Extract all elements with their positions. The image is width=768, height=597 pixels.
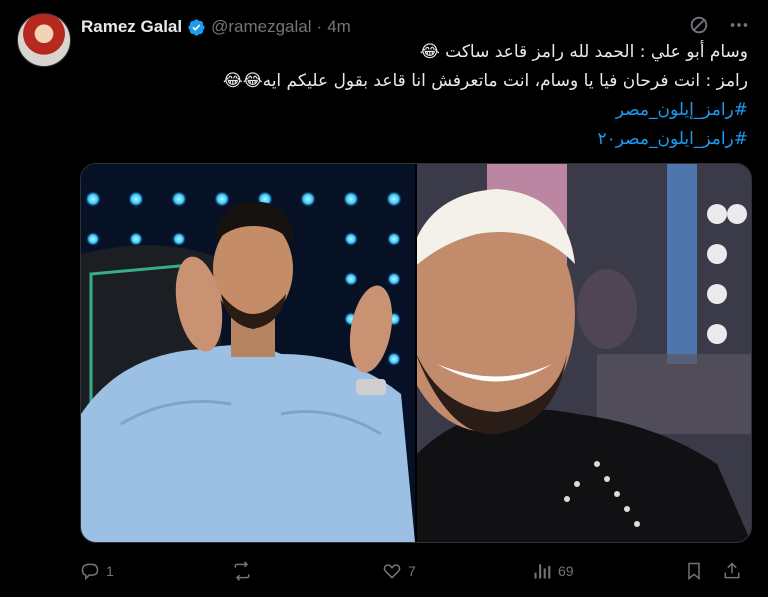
tweet-text: وسام أبو علي : الحمد لله رامز قاعد ساكت … <box>80 38 748 154</box>
author-name[interactable]: Ramez Galal <box>81 17 182 37</box>
verified-badge-icon <box>188 18 205 36</box>
photo-right-illustration <box>417 164 751 542</box>
top-actions <box>688 14 750 36</box>
repost-icon <box>234 561 250 581</box>
photo-left-illustration <box>81 164 415 542</box>
like-button[interactable]: 7 <box>382 561 532 581</box>
tweet-text-line: وسام أبو علي : الحمد لله رامز قاعد ساكت … <box>419 42 748 62</box>
author-handle[interactable]: @ramezgalal <box>211 17 311 37</box>
hashtag-link[interactable]: #رامز_إيلون_مصر <box>80 96 748 125</box>
tweet-header: Ramez Galal @ramezgalal · 4m <box>81 14 351 40</box>
more-icon[interactable] <box>728 14 750 36</box>
media-image[interactable] <box>80 163 752 543</box>
like-icon <box>383 564 401 579</box>
share-button[interactable] <box>722 561 746 581</box>
media-photo-left <box>81 164 417 542</box>
share-icon <box>724 562 740 579</box>
tweet: Ramez Galal @ramezgalal · 4m وسام أبو عل… <box>0 0 768 597</box>
media-photo-right <box>417 164 751 542</box>
reply-count: 1 <box>106 563 114 579</box>
hashtag-link[interactable]: #رامز_ايلون_مصر٢٠ <box>80 125 748 154</box>
reply-button[interactable]: 1 <box>80 561 232 581</box>
timestamp[interactable]: 4m <box>327 17 351 37</box>
bookmark-button[interactable] <box>684 561 722 581</box>
repost-button[interactable] <box>232 561 382 581</box>
tweet-text-line: رامز : انت فرحان فيا يا وسام، انت ماتعرف… <box>222 71 748 91</box>
grok-icon[interactable] <box>688 14 710 36</box>
like-count: 7 <box>408 563 416 579</box>
bookmark-icon <box>688 562 700 581</box>
separator-dot: · <box>316 17 323 36</box>
views-count: 69 <box>558 563 574 579</box>
avatar[interactable] <box>17 13 71 67</box>
views-button[interactable]: 69 <box>532 561 684 581</box>
action-bar: 1 7 69 <box>80 558 748 584</box>
views-icon <box>534 564 551 579</box>
reply-icon <box>81 563 99 581</box>
